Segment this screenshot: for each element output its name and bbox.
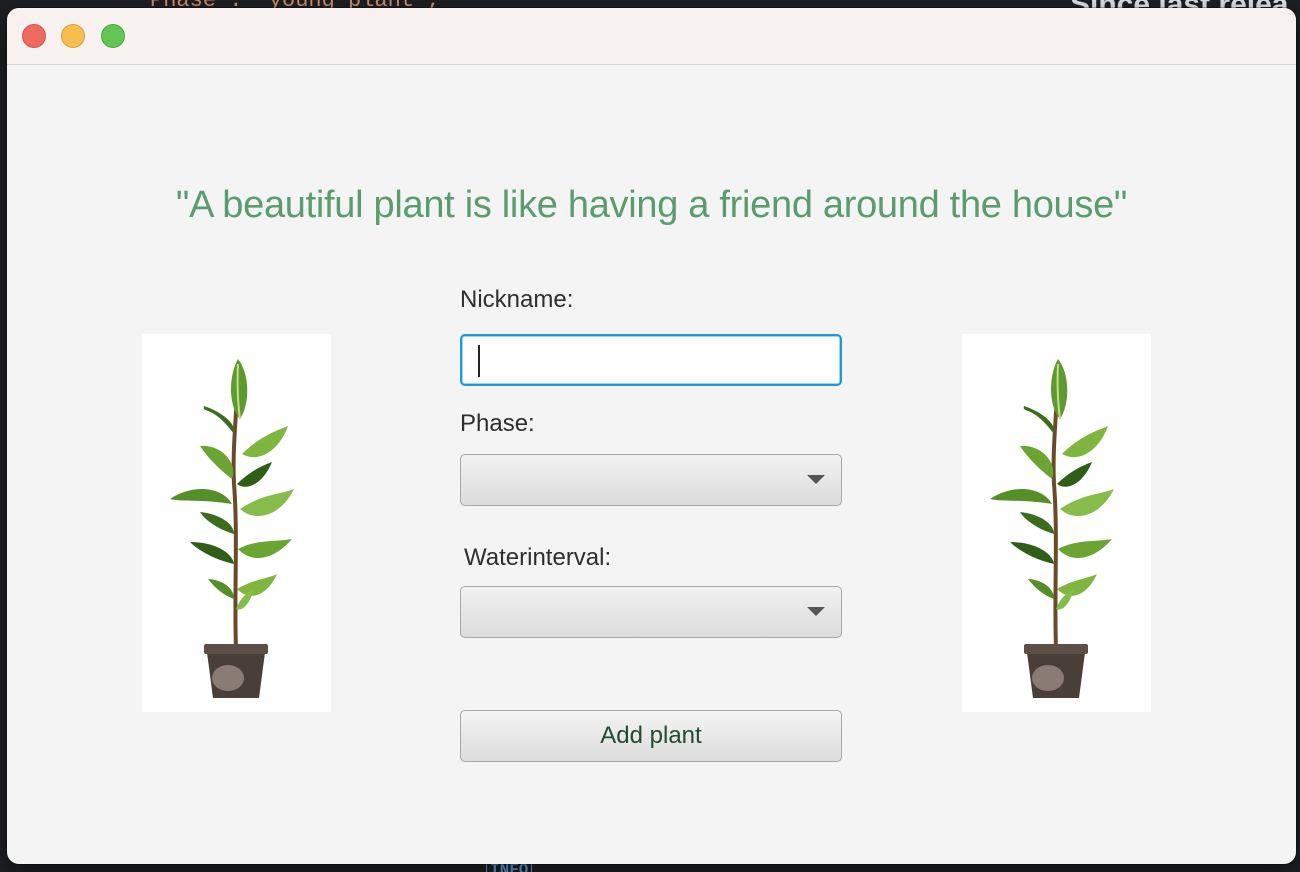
plant-image-left [142, 334, 331, 712]
title-bar [7, 8, 1296, 65]
add-plant-window: "A beautiful plant is like having a frie… [7, 8, 1296, 864]
add-plant-button[interactable]: Add plant [460, 710, 842, 762]
phase-label: Phase: [460, 410, 535, 437]
potted-plant-icon [170, 359, 294, 698]
plant-quote: "A beautiful plant is like having a frie… [175, 184, 1128, 226]
waterinterval-dropdown[interactable] [460, 586, 842, 638]
nickname-input[interactable] [460, 334, 842, 386]
text-caret [478, 345, 480, 377]
close-window-button[interactable] [22, 24, 46, 48]
waterinterval-label: Waterinterval: [464, 544, 612, 571]
chevron-down-icon [807, 475, 825, 484]
potted-plant-icon [990, 359, 1114, 698]
nickname-label: Nickname: [460, 286, 574, 313]
plant-image-right [962, 334, 1151, 712]
zoom-window-button[interactable] [101, 24, 125, 48]
minimize-window-button[interactable] [61, 24, 85, 48]
chevron-down-icon [807, 607, 825, 616]
phase-dropdown[interactable] [460, 454, 842, 506]
